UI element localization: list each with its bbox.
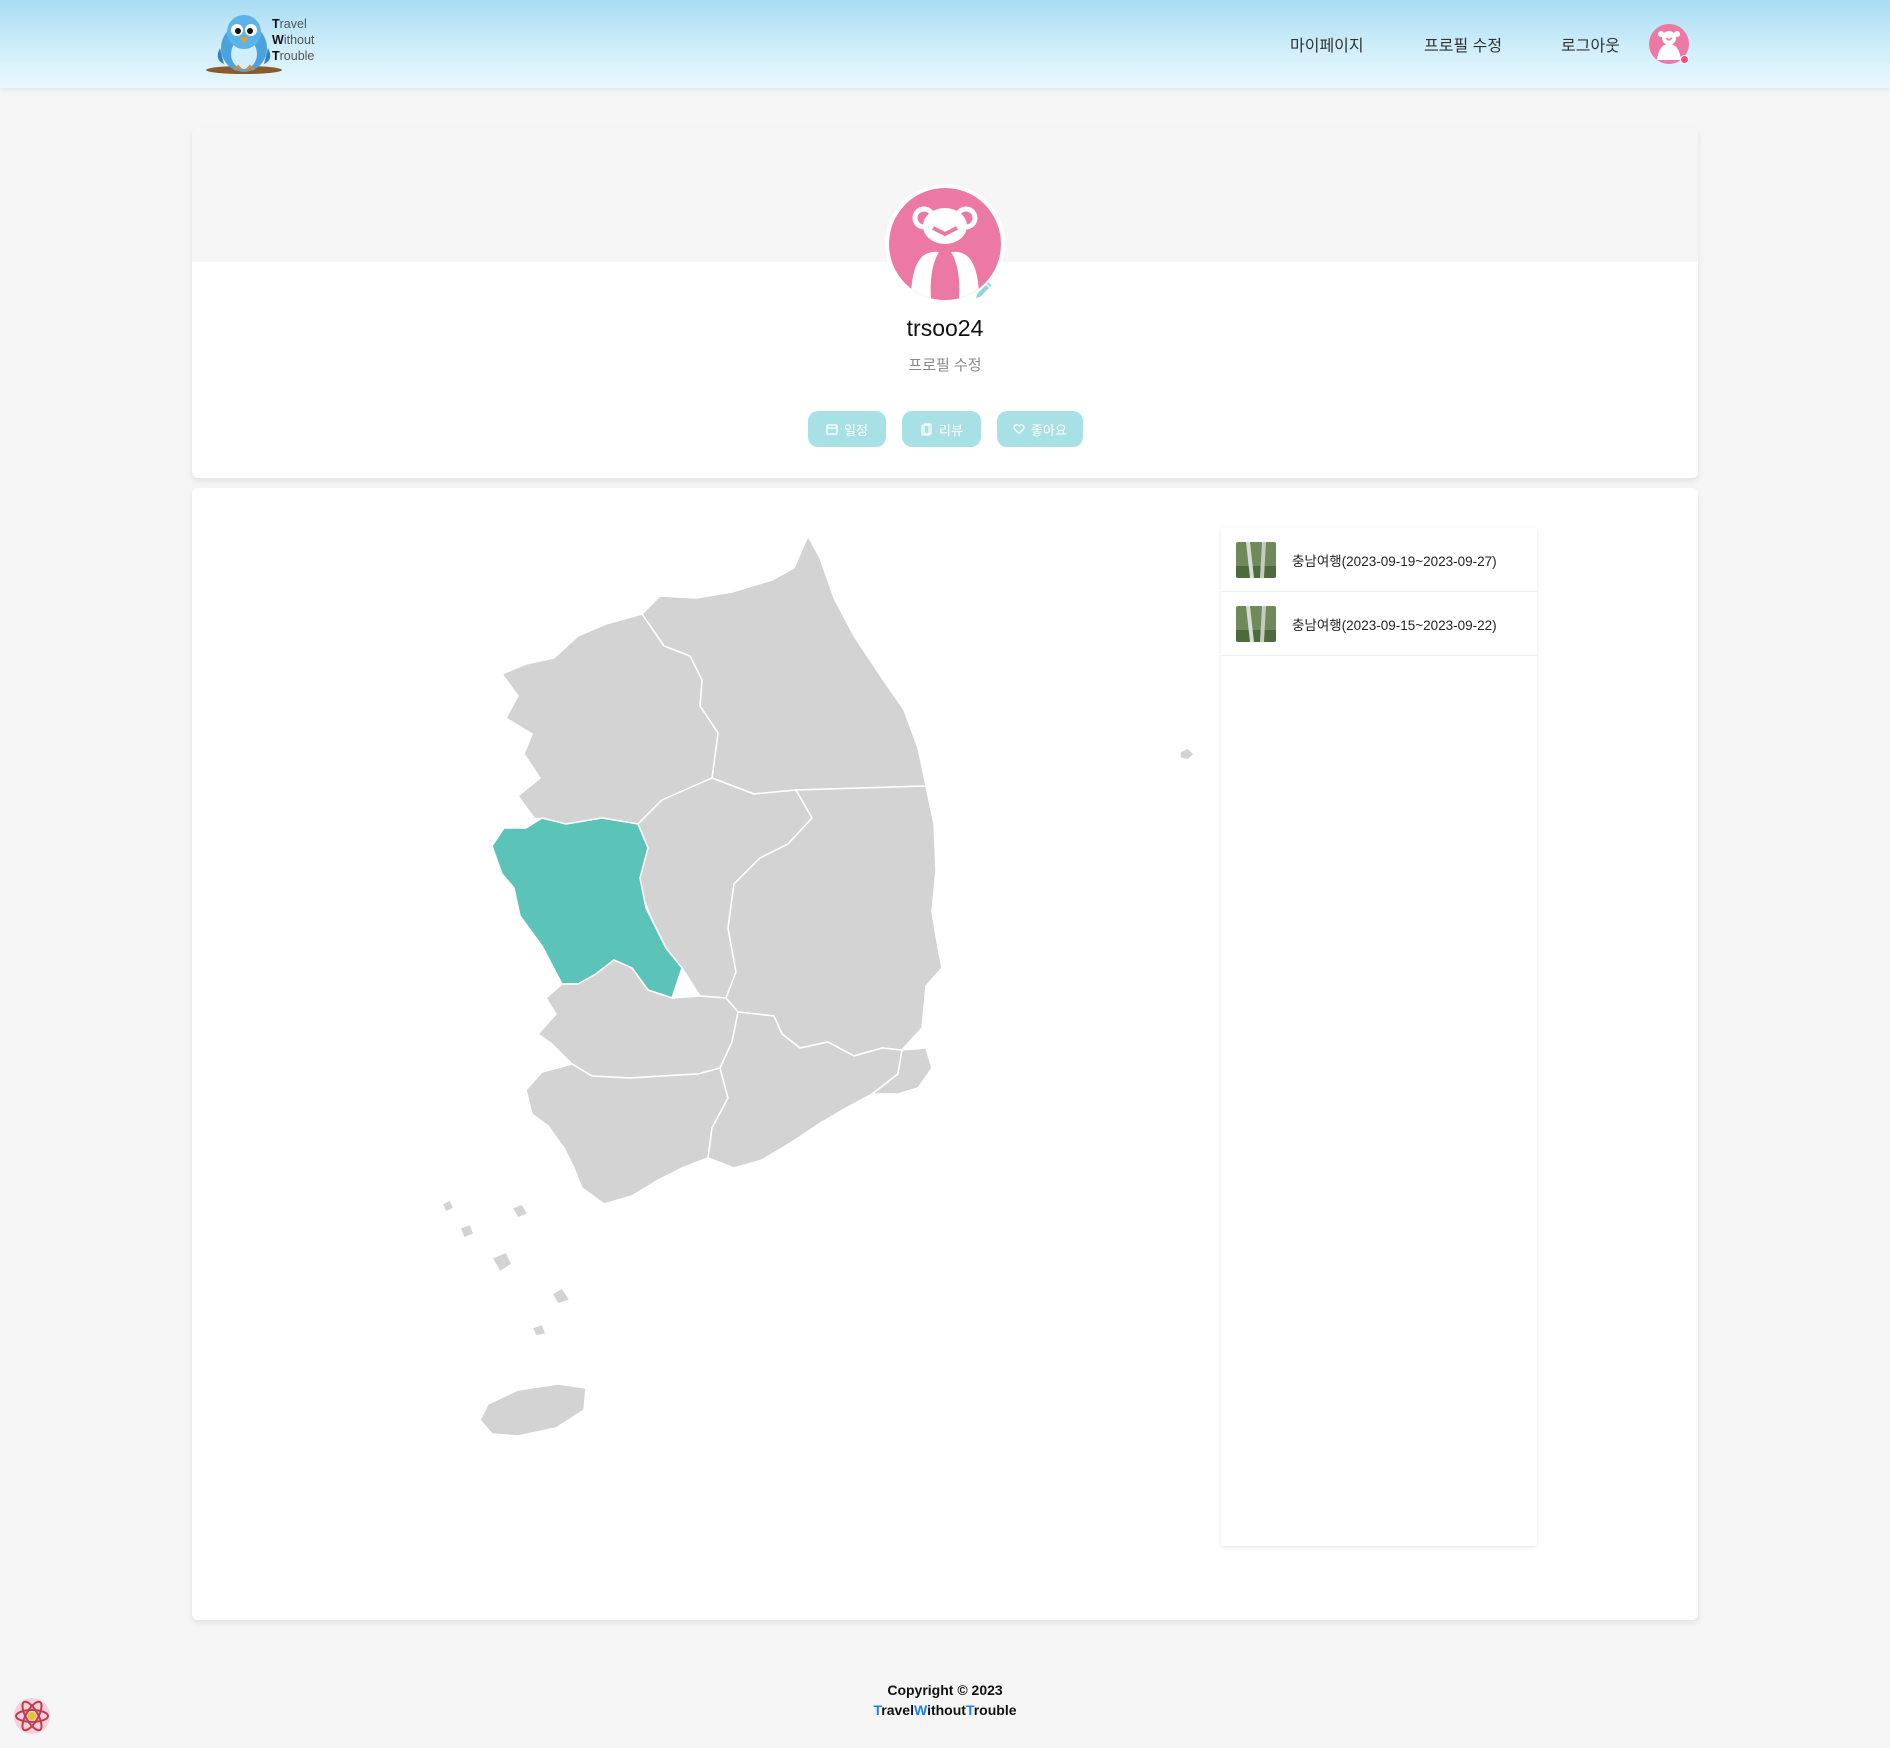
logo-wordmark: Travel Without Trouble [272,17,315,63]
map-region-jeonnam[interactable] [525,1063,729,1205]
profile-username: trsoo24 [906,315,984,341]
header-avatar[interactable] [1649,24,1689,64]
heart-icon [1013,424,1025,435]
schedule-button[interactable]: 일정 [808,411,886,447]
travel-map-card: 충남여행(2023-09-19~2023-09-27) 충남여행(2023-09… [192,488,1698,1620]
map-region-ulleungdo[interactable] [1179,747,1195,761]
schedule-button-label: 일정 [844,422,868,438]
nav-logout-link[interactable]: 로그아웃 [1561,32,1620,56]
trip-list: 충남여행(2023-09-19~2023-09-27) 충남여행(2023-09… [1221,528,1537,1546]
document-icon [921,422,932,436]
korea-map [441,535,1195,1437]
site-logo[interactable]: Travel Without Trouble [204,8,324,80]
trip-thumbnail [1236,605,1276,642]
like-button-label: 좋아요 [1031,422,1067,438]
footer-brand: TravelWithoutTrouble [873,1702,1017,1718]
review-button-label: 리뷰 [939,422,963,438]
nav-mypage-link[interactable]: 마이페이지 [1290,32,1364,56]
edit-profile-link[interactable]: 프로필 수정 [192,354,1698,375]
calendar-icon [826,424,838,435]
edit-pencil-icon[interactable] [972,280,994,302]
nav-edit-profile-link[interactable]: 프로필 수정 [1424,32,1502,56]
footer-copyright: Copyright © 2023 [887,1682,1003,1698]
review-button[interactable]: 리뷰 [902,411,981,447]
profile-card: trsoo24 프로필 수정 일정 리뷰 좋아요 [192,128,1698,478]
trip-thumbnail [1236,541,1276,578]
online-status-dot [1680,55,1689,64]
trip-label: 충남여행(2023-09-19~2023-09-27) [1292,553,1497,569]
map-region-jeju[interactable] [479,1383,587,1437]
react-devtools-icon[interactable] [12,1696,52,1736]
list-item[interactable]: 충남여행(2023-09-15~2023-09-22) [1221,592,1537,656]
top-header: Travel Without Trouble 마이페이지 프로필 수정 로그아웃 [0,0,1890,88]
site-footer: Copyright © 2023 TravelWithoutTrouble [0,1680,1890,1720]
like-button[interactable]: 좋아요 [997,411,1083,447]
profile-tab-buttons: 일정 리뷰 좋아요 [192,411,1698,447]
trip-label: 충남여행(2023-09-15~2023-09-22) [1292,617,1497,633]
list-item[interactable]: 충남여행(2023-09-19~2023-09-27) [1221,528,1537,592]
